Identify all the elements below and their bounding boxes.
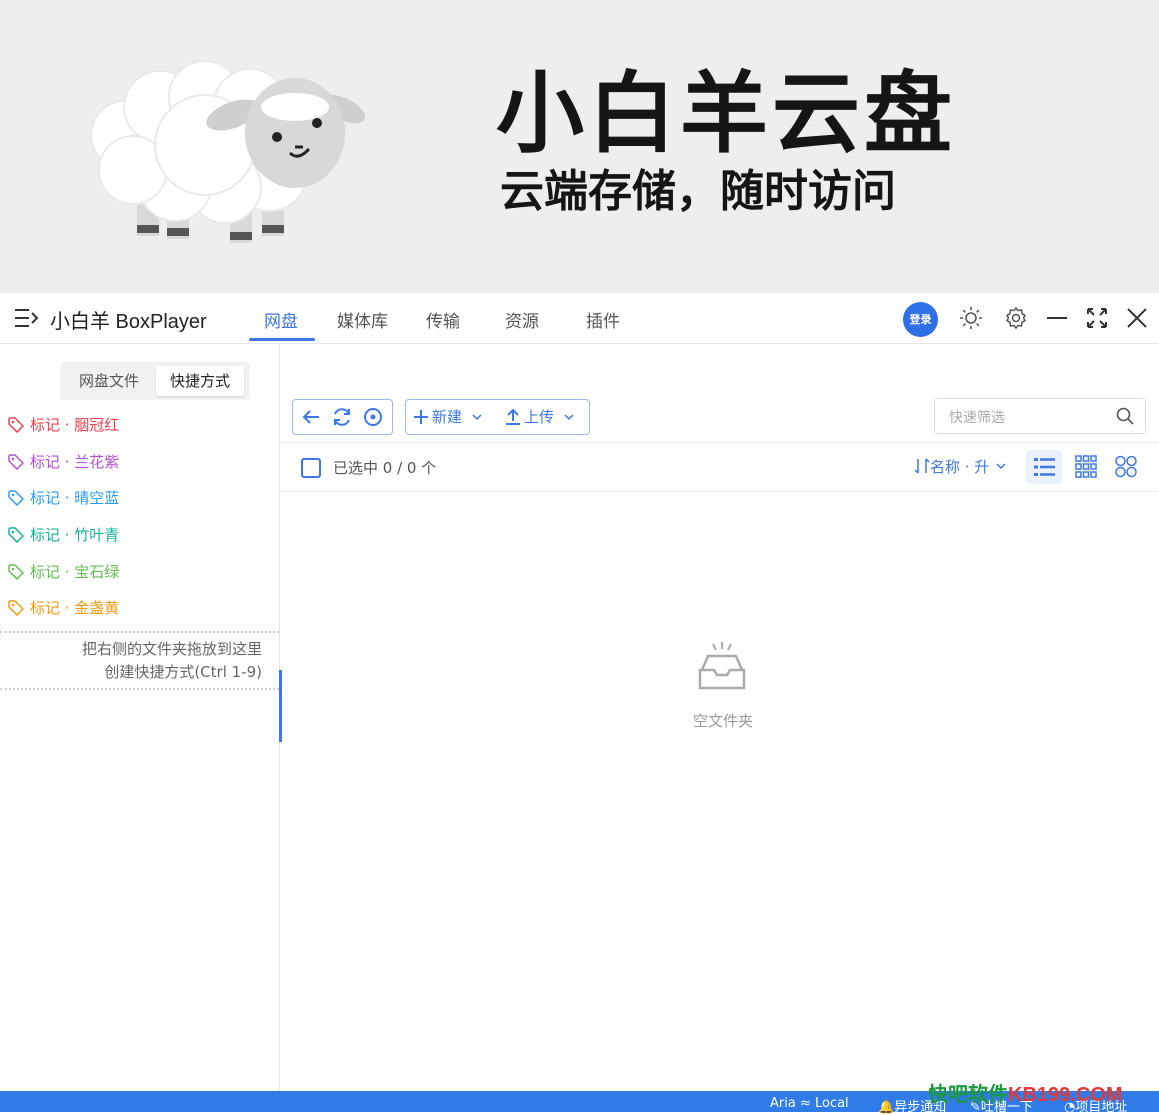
chevron-down-icon[interactable] — [561, 405, 577, 429]
watermark-part1: 快吧软件 — [928, 1084, 1008, 1106]
list-toolbar: 已选中 0 / 0 个 名称 · 升 — [280, 442, 1159, 492]
selected-count: 已选中 0 / 0 个 — [333, 459, 437, 477]
main-panel: 新建 上传 快速筛选 已选中 0 / 0 个 名称 · 升 空文件夹 — [280, 344, 1159, 1091]
create-upload-group: 新建 上传 — [405, 399, 590, 435]
tag-label: 标记 · 兰花紫 — [30, 453, 120, 471]
large-icon-view-button[interactable] — [1108, 450, 1144, 484]
tab-media-library[interactable]: 媒体库 — [337, 307, 388, 332]
sort-dropdown[interactable]: 名称 · 升 — [914, 456, 1008, 477]
tag-item-green[interactable]: 标记 · 宝石绿 — [8, 561, 119, 583]
close-icon[interactable] — [1125, 306, 1149, 330]
tag-label: 标记 · 竹叶青 — [30, 526, 120, 544]
chevron-down-icon — [996, 463, 1006, 470]
sidebar: 网盘文件 快捷方式 标记 · 胭冠红 标记 · 兰花紫 标记 · 晴空蓝 标记 … — [0, 344, 280, 1091]
tag-label: 标记 · 宝石绿 — [30, 563, 120, 581]
sidebar-segmented-control: 网盘文件 快捷方式 — [60, 362, 250, 400]
segment-shortcuts[interactable]: 快捷方式 — [156, 366, 244, 396]
banner-title: 小白羊云盘 — [496, 62, 957, 165]
sort-label: 名称 · 升 — [930, 458, 990, 476]
tag-icon — [8, 490, 25, 507]
refresh-icon[interactable] — [330, 405, 354, 429]
upload-icon[interactable] — [504, 405, 522, 429]
maximize-icon[interactable] — [1085, 306, 1109, 330]
tag-item-red[interactable]: 标记 · 胭冠红 — [8, 414, 119, 436]
empty-folder-text: 空文件夹 — [692, 712, 753, 730]
tag-icon — [8, 417, 25, 434]
shortcut-hint-line1: 把右侧的文件夹拖放到这里 — [81, 640, 262, 658]
back-icon[interactable] — [299, 405, 323, 429]
title-bar: 小白羊 BoxPlayer 网盘 媒体库 传输 资源 插件 登录 — [0, 293, 1159, 344]
grid-view-button[interactable] — [1068, 450, 1104, 484]
tag-item-cyan[interactable]: 标记 · 竹叶青 — [8, 524, 119, 546]
aria-status[interactable]: Aria ≈ Local — [770, 1096, 849, 1111]
dropzone-bottom-divider — [0, 688, 279, 690]
select-all-checkbox[interactable] — [301, 458, 321, 478]
promo-banner: 小白羊云盘 云端存储，随时访问 — [0, 0, 1159, 293]
app-title: 小白羊 BoxPlayer — [50, 311, 207, 333]
tab-plugins[interactable]: 插件 — [586, 307, 620, 332]
tag-icon — [8, 600, 25, 617]
segment-netdisk-files[interactable]: 网盘文件 — [66, 366, 152, 396]
grid-view-icon — [1075, 455, 1097, 478]
shortcut-hint-line2: 创建快捷方式(Ctrl 1-9) — [104, 663, 262, 681]
tag-label: 标记 · 胭冠红 — [30, 416, 120, 434]
tag-icon — [8, 564, 25, 581]
tag-item-purple[interactable]: 标记 · 兰花紫 — [8, 451, 119, 473]
tab-resources[interactable]: 资源 — [505, 307, 539, 332]
tag-label: 标记 · 金盏黄 — [30, 599, 120, 617]
theme-icon[interactable] — [959, 306, 983, 330]
settings-icon[interactable] — [1004, 306, 1028, 330]
tag-label: 标记 · 晴空蓝 — [30, 489, 120, 507]
dropzone-top-divider — [0, 631, 279, 633]
locate-icon[interactable] — [361, 405, 385, 429]
plus-icon[interactable] — [412, 405, 430, 429]
tag-item-yellow[interactable]: 标记 · 金盏黄 — [8, 597, 119, 619]
new-button[interactable]: 新建 — [432, 406, 462, 427]
tag-icon — [8, 527, 25, 544]
list-view-icon — [1034, 458, 1055, 476]
list-view-button[interactable] — [1026, 450, 1062, 484]
sheep-illustration — [90, 60, 366, 243]
menu-icon[interactable] — [13, 306, 39, 330]
empty-folder-icon — [698, 642, 746, 690]
nav-button-group — [292, 399, 393, 435]
filter-search-input[interactable]: 快速筛选 — [934, 398, 1146, 434]
app-window: 小白羊 BoxPlayer 网盘 媒体库 传输 资源 插件 登录 网盘文件 快捷… — [0, 293, 1159, 1115]
tag-icon — [8, 454, 25, 471]
upload-button[interactable]: 上传 — [524, 406, 554, 427]
large-icon-view-icon — [1115, 455, 1137, 478]
banner-subtitle: 云端存储，随时访问 — [500, 166, 896, 217]
search-placeholder: 快速筛选 — [949, 410, 1005, 426]
bell-icon: 🔔 — [878, 1100, 895, 1115]
tab-netdisk[interactable]: 网盘 — [264, 307, 298, 332]
active-tab-indicator — [249, 338, 315, 341]
minimize-icon[interactable] — [1045, 306, 1069, 330]
watermark: 快吧软件KB199.COM — [928, 1078, 1122, 1107]
search-icon[interactable] — [1115, 406, 1135, 426]
tag-item-blue[interactable]: 标记 · 晴空蓝 — [8, 487, 119, 509]
tab-transfer[interactable]: 传输 — [426, 307, 460, 332]
sort-icon — [914, 458, 930, 474]
watermark-part2: KB199.COM — [1008, 1084, 1123, 1106]
login-button[interactable]: 登录 — [903, 302, 938, 337]
chevron-down-icon[interactable] — [469, 405, 485, 429]
